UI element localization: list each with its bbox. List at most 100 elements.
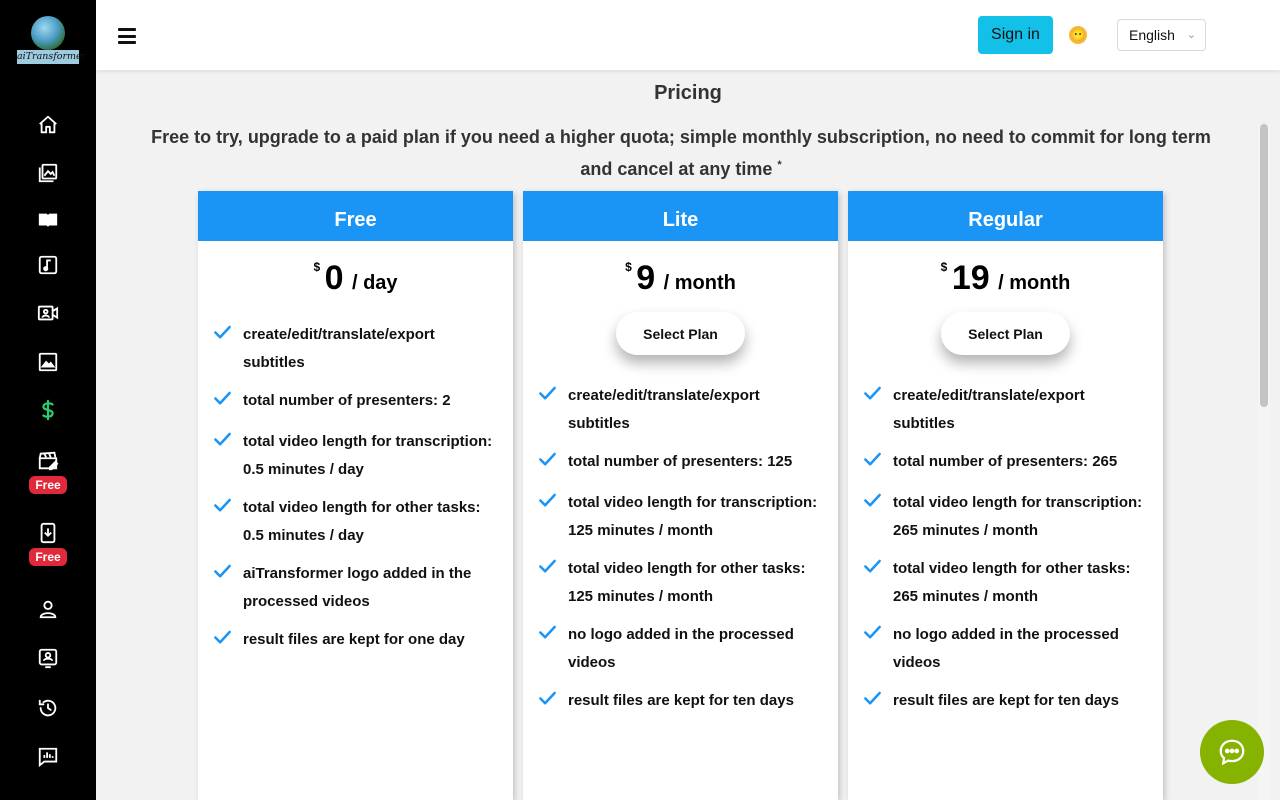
plan-name: Lite [523, 191, 838, 241]
feature-item: total video length for other tasks: 125 … [538, 555, 824, 611]
emoji-avatar[interactable]: 😶 [1069, 26, 1087, 44]
feature-text: create/edit/translate/export subtitles [568, 387, 760, 432]
feature-item: create/edit/translate/export subtitles [863, 382, 1149, 438]
history-icon [38, 699, 57, 717]
sidebar-item-feedback[interactable] [0, 746, 96, 768]
feature-text: total number of presenters: 2 [243, 392, 451, 409]
sidebar-item-pricing[interactable] [0, 399, 96, 421]
feature-item: total video length for other tasks: 265 … [863, 555, 1149, 611]
sidebar: aiTransformer Free Free [0, 0, 96, 800]
checkmark-icon [538, 382, 568, 438]
checkmark-icon [538, 555, 568, 611]
feature-item: no logo added in the processed videos [538, 621, 824, 677]
checkmark-icon [863, 448, 893, 479]
plan-name: Regular [848, 191, 1163, 241]
video-presenter-icon [37, 305, 59, 321]
checkmark-icon [538, 687, 568, 718]
sidebar-item-history[interactable] [0, 697, 96, 719]
plan-price: $ 19 / month [848, 259, 1163, 299]
feature-item: total video length for other tasks: 0.5 … [213, 494, 499, 550]
checkmark-icon [863, 621, 893, 677]
feature-list: create/edit/translate/export subtitles to… [198, 321, 513, 657]
feedback-chart-icon [38, 747, 58, 768]
book-icon [38, 213, 58, 228]
price-amount: 19 [951, 259, 990, 297]
sidebar-item-home[interactable] [0, 114, 96, 136]
sidebar-item-video-edit[interactable]: Free [0, 450, 96, 494]
app-logo[interactable]: aiTransformer [17, 14, 87, 66]
plan-card-lite: Lite $ 9 / month Select Plan create/edit… [523, 191, 838, 800]
contact-card-icon [38, 648, 58, 669]
language-value: English [1129, 27, 1175, 43]
feature-text: total video length for transcription: 12… [568, 494, 818, 539]
image-icon [38, 352, 58, 372]
clapperboard-edit-icon [38, 451, 59, 471]
plan-price: $ 9 / month [523, 259, 838, 299]
sidebar-item-book[interactable] [0, 209, 96, 231]
sign-in-button[interactable]: Sign in [978, 16, 1053, 54]
plan-price: $ 0 / day [198, 259, 513, 299]
price-currency: $ [940, 260, 948, 274]
chevron-down-icon: ⌄ [1186, 29, 1196, 41]
chat-button[interactable] [1200, 720, 1264, 784]
page-title: Pricing [654, 82, 722, 104]
price-currency: $ [625, 260, 632, 274]
feature-item: aiTransformer logo added in the processe… [213, 560, 499, 616]
sidebar-item-user[interactable] [0, 598, 96, 620]
price-period: / month [663, 272, 736, 294]
feature-text: no logo added in the processed videos [893, 626, 1119, 671]
checkmark-icon [863, 687, 893, 718]
sidebar-item-mobile-download[interactable]: Free [0, 522, 96, 566]
feature-text: total number of presenters: 125 [568, 453, 793, 470]
sidebar-item-image[interactable] [0, 351, 96, 373]
sidebar-item-music[interactable] [0, 254, 96, 276]
checkmark-icon [538, 448, 568, 479]
checkmark-icon [213, 560, 243, 616]
select-plan-button[interactable]: Select Plan [616, 312, 745, 355]
home-icon [39, 115, 57, 134]
feature-text: total video length for other tasks: 125 … [568, 560, 806, 605]
price-amount: 9 [636, 259, 656, 297]
feature-text: total video length for transcription: 0.… [243, 433, 493, 478]
checkmark-icon [213, 626, 243, 657]
feature-text: aiTransformer logo added in the processe… [243, 565, 472, 610]
user-icon [39, 600, 57, 619]
select-plan-button[interactable]: Select Plan [941, 312, 1070, 355]
gallery-icon [38, 163, 58, 183]
language-select[interactable]: English ⌄ [1117, 19, 1206, 51]
feature-item: result files are kept for ten days [863, 687, 1149, 718]
checkmark-icon [213, 321, 243, 377]
feature-item: total number of presenters: 2 [213, 387, 499, 418]
checkmark-icon [213, 494, 243, 550]
plan-card-free: Free $ 0 / day create/edit/translate/exp… [198, 191, 513, 800]
feature-item: create/edit/translate/export subtitles [538, 382, 824, 438]
page-scrollbar[interactable] [1258, 124, 1270, 800]
checkmark-icon [863, 555, 893, 611]
checkmark-icon [213, 387, 243, 418]
feature-item: no logo added in the processed videos [863, 621, 1149, 677]
sidebar-item-gallery[interactable] [0, 162, 96, 184]
feature-text: result files are kept for one day [243, 631, 465, 648]
hamburger-menu-icon[interactable] [118, 28, 136, 44]
scrollbar-thumb[interactable] [1260, 124, 1268, 407]
feature-text: no logo added in the processed videos [568, 626, 794, 671]
logo-text: aiTransformer [17, 50, 87, 64]
sidebar-item-contact[interactable] [0, 647, 96, 669]
price-currency: $ [313, 260, 321, 274]
price-period: / month [998, 272, 1071, 294]
feature-item: result files are kept for one day [213, 626, 499, 657]
feature-text: total video length for transcription: 26… [893, 494, 1143, 539]
feature-text: create/edit/translate/export subtitles [893, 387, 1085, 432]
globe-tree-logo-icon [31, 16, 65, 50]
feature-item: total video length for transcription: 12… [538, 489, 824, 545]
price-amount: 0 [324, 259, 344, 297]
feature-item: total video length for transcription: 0.… [213, 428, 499, 484]
sidebar-item-video-presenter[interactable] [0, 302, 96, 324]
feature-item: total number of presenters: 125 [538, 448, 824, 479]
top-header: Sign in 😶 English ⌄ [96, 0, 1280, 70]
feature-item: create/edit/translate/export subtitles [213, 321, 499, 377]
checkmark-icon [538, 621, 568, 677]
feature-text: result files are kept for ten days [893, 692, 1119, 709]
feature-list: create/edit/translate/export subtitles to… [848, 382, 1163, 718]
feature-text: total number of presenters: 265 [893, 453, 1118, 470]
